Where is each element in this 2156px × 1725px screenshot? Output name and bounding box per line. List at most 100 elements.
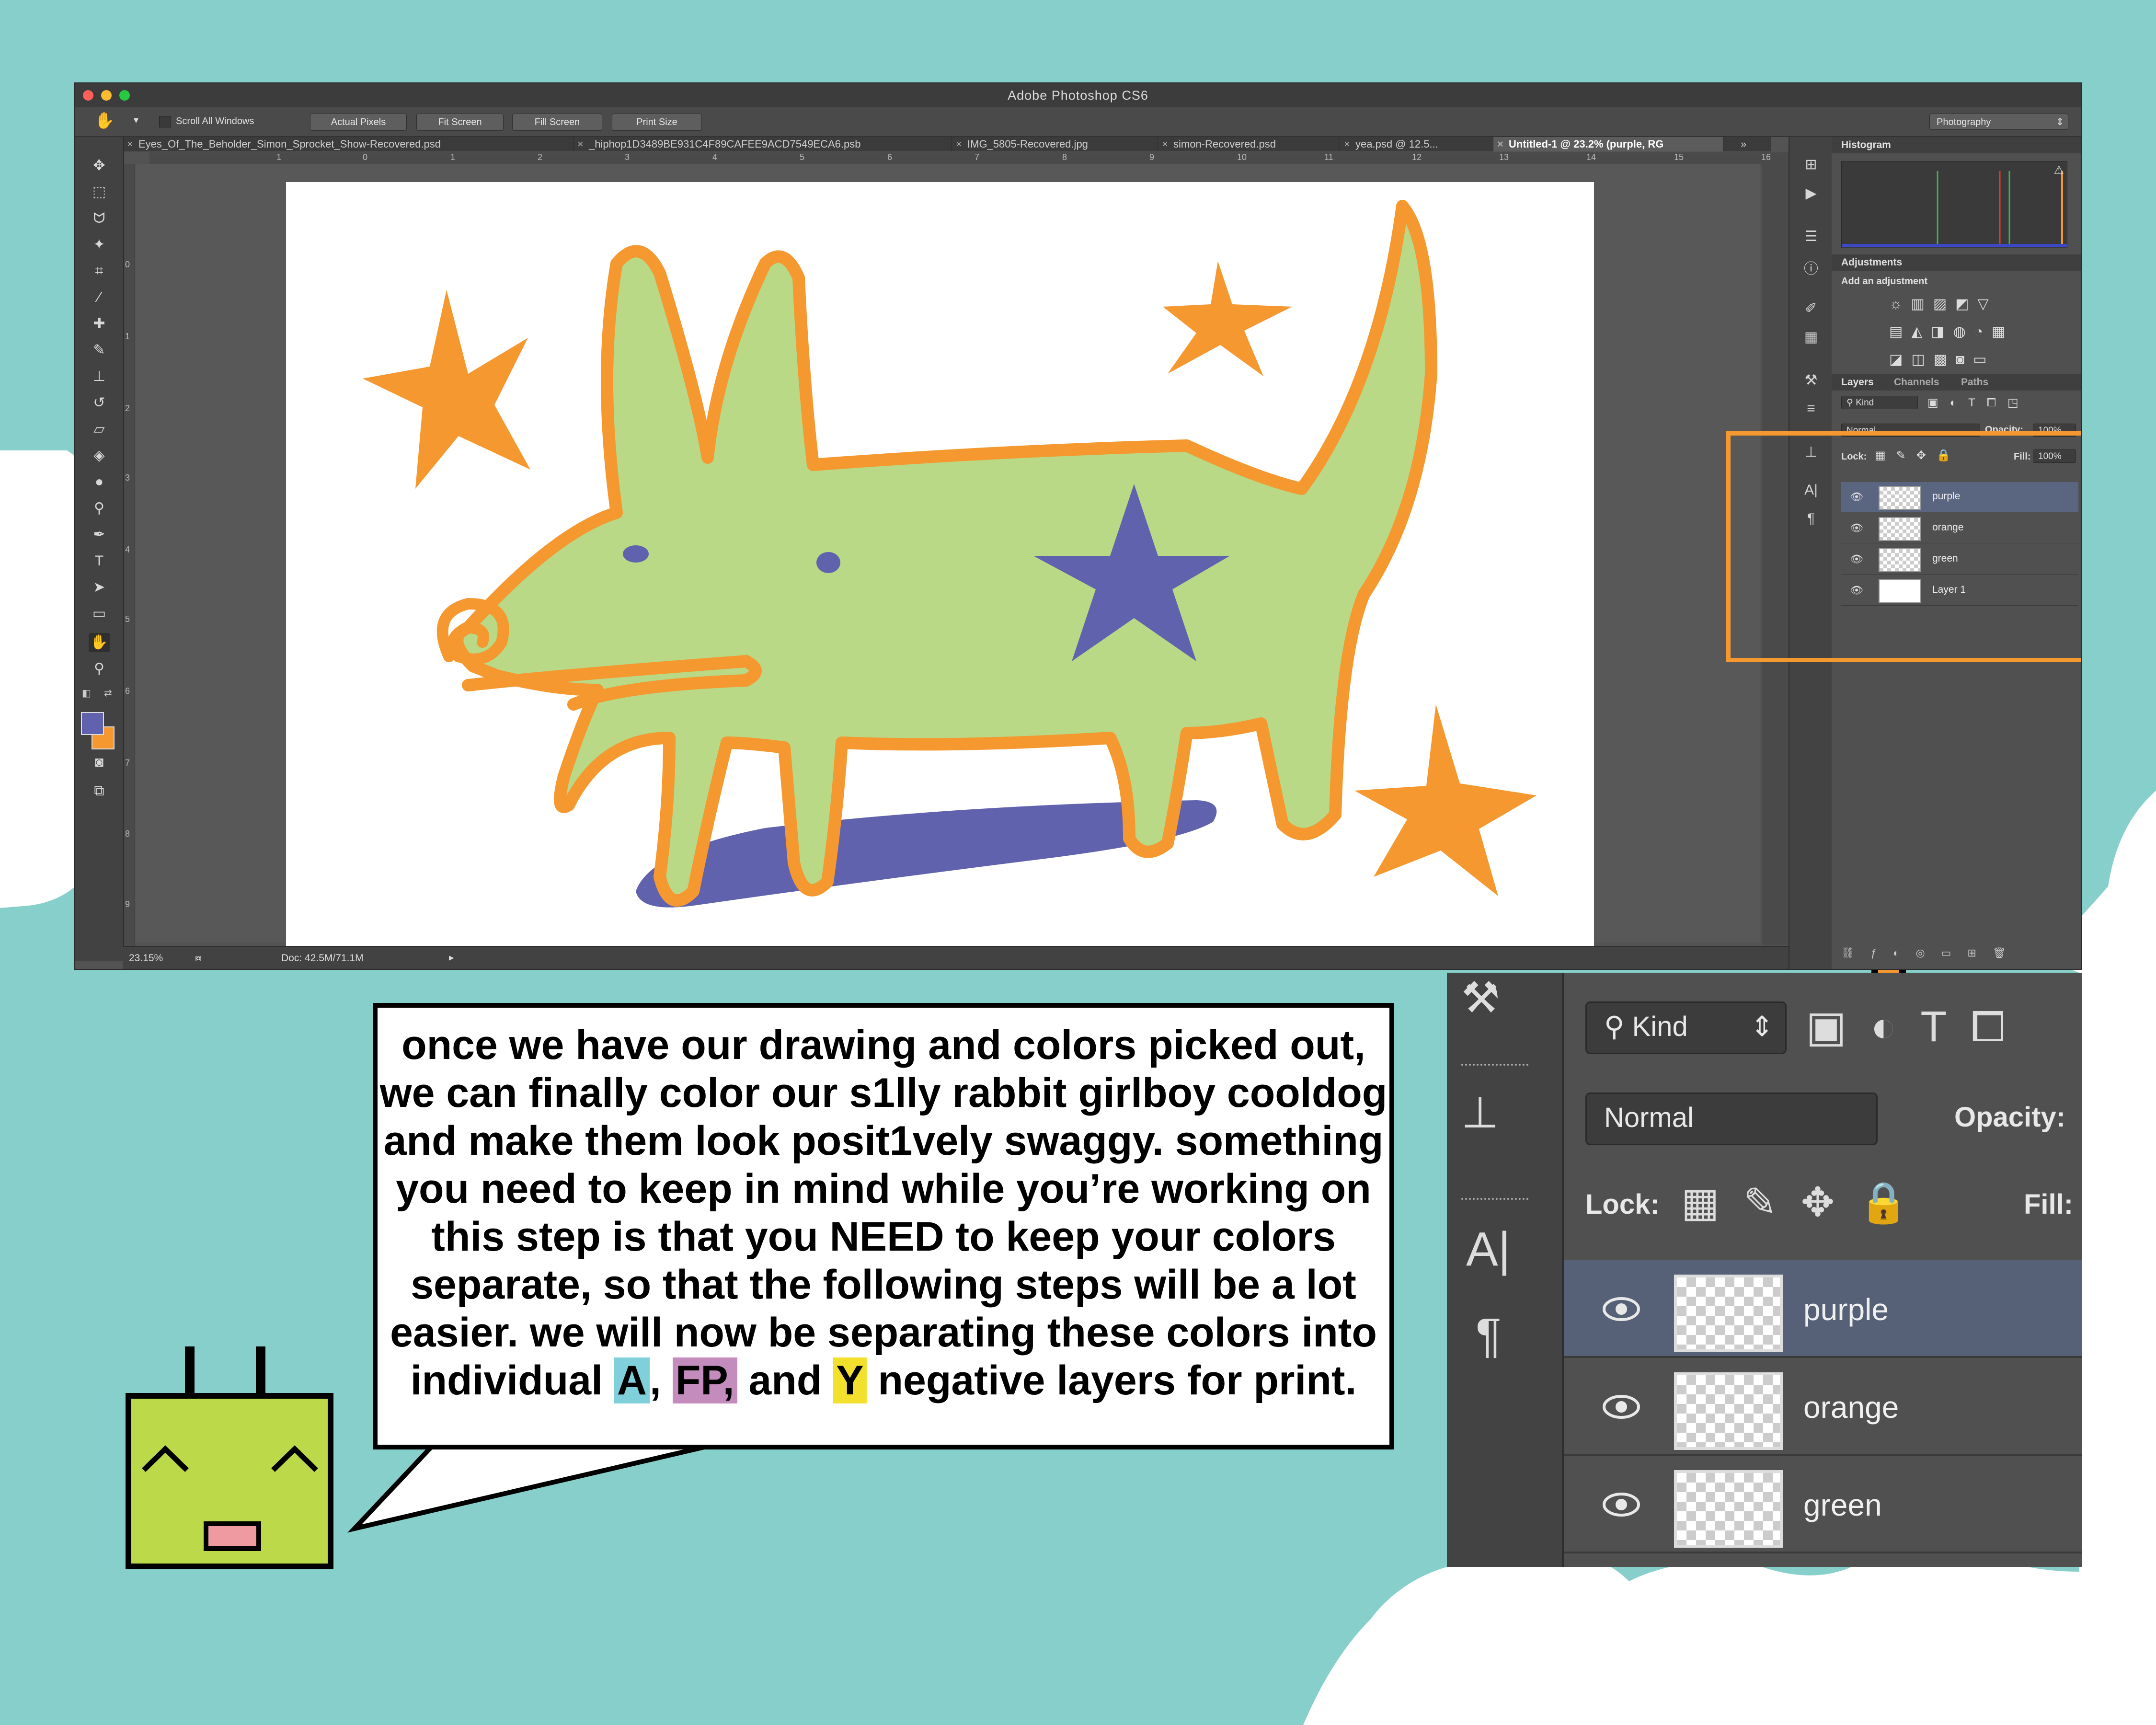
- healing-brush-tool-icon[interactable]: ✚: [89, 314, 110, 334]
- adjustment-icons[interactable]: ☼▥▨◩▽ ▤◭◨◍◔▦ ◪◫▩◙▭: [1889, 290, 2066, 374]
- brush-presets-icon[interactable]: ⚒: [1461, 973, 1500, 1023]
- lasso-tool-icon[interactable]: ᗢ: [89, 209, 110, 228]
- warning-icon[interactable]: ⚠: [2053, 163, 2064, 177]
- properties-panel-icon[interactable]: ☰: [1800, 228, 1822, 247]
- eyedropper-tool-icon[interactable]: ⁄: [89, 288, 110, 307]
- tool-preset-chevron-icon[interactable]: ▾: [134, 114, 138, 126]
- document-canvas[interactable]: [286, 182, 1594, 953]
- orange-star: [1354, 704, 1537, 896]
- quick-mask-icon[interactable]: ◙: [89, 753, 110, 772]
- ruler-number: 10: [1237, 152, 1247, 162]
- brush-tool-icon[interactable]: ✎: [89, 341, 110, 360]
- zoom-kind-filter[interactable]: ⚲ Kind ⇕: [1585, 1001, 1787, 1054]
- zoom-blend-mode-select[interactable]: Normal: [1585, 1092, 1878, 1145]
- magic-wand-tool-icon[interactable]: ✦: [89, 235, 110, 254]
- channels-tab[interactable]: Channels: [1894, 374, 1939, 391]
- paragraph-panel-icon[interactable]: ¶: [1476, 1308, 1502, 1363]
- close-tab-icon[interactable]: ×: [1344, 137, 1350, 151]
- close-tab-icon[interactable]: ×: [956, 137, 962, 151]
- layer-row[interactable]: purple: [1564, 1260, 2082, 1358]
- foreground-color-swatch[interactable]: [81, 712, 104, 735]
- ruler-number: 8: [1062, 152, 1067, 162]
- adjustments-panel-header[interactable]: Adjustments: [1832, 254, 2081, 271]
- histogram-graph: ⚠: [1841, 161, 2067, 248]
- fill-screen-button[interactable]: Fill Screen: [512, 114, 602, 131]
- path-selection-tool-icon[interactable]: ➤: [89, 578, 110, 597]
- marquee-tool-icon[interactable]: ⬚: [89, 183, 110, 202]
- layer-row[interactable]: green: [1564, 1456, 2082, 1553]
- default-colors-icon[interactable]: ◧: [82, 687, 91, 699]
- ruler-number: 9: [125, 899, 130, 909]
- doc-tab[interactable]: × Eyes_Of_The_Beholder_Simon_Sprocket_Sho…: [123, 137, 573, 151]
- visibility-eye-icon[interactable]: [1602, 1290, 1640, 1328]
- layer-row[interactable]: orange: [1564, 1358, 2082, 1456]
- brush-panel-icon[interactable]: ✐: [1800, 300, 1822, 319]
- doc-tab-active[interactable]: × Untitled-1 @ 23.2% (purple, RG: [1493, 137, 1723, 151]
- swatches-panel-icon[interactable]: ▦: [1800, 329, 1822, 348]
- speech-line: and make them look posit1vely swaggy. so…: [383, 1118, 1384, 1164]
- screen-mode-icon[interactable]: ⧉: [89, 782, 110, 801]
- speech-word: negative layers for print.: [878, 1357, 1357, 1403]
- lock-label: Lock:: [1585, 1189, 1660, 1220]
- hand-tool-icon[interactable]: ✋: [89, 633, 110, 652]
- ruler-number: 16: [1761, 152, 1771, 162]
- paint-bucket-tool-icon[interactable]: ◈: [89, 446, 110, 465]
- layers-footer-icons[interactable]: ⛓ƒ◐◎▭⊞🗑: [1841, 947, 2076, 959]
- close-tab-icon[interactable]: ×: [127, 137, 133, 151]
- fit-screen-button[interactable]: Fit Screen: [416, 114, 504, 131]
- visibility-eye-icon[interactable]: [1602, 1388, 1640, 1426]
- zoom-level[interactable]: 23.15%: [129, 953, 163, 964]
- swap-colors-icon[interactable]: ⇄: [104, 687, 112, 699]
- filter-icons[interactable]: ▣◐T⧠: [1806, 1001, 2029, 1052]
- more-tabs-icon[interactable]: »: [1723, 137, 1771, 151]
- layer-kind-filter[interactable]: ⚲ Kind: [1841, 396, 1918, 409]
- lock-icons[interactable]: ▦✎✥🔒: [1681, 1179, 1933, 1226]
- ruler-number: 1: [450, 152, 456, 162]
- info-panel-icon[interactable]: ⓘ: [1800, 257, 1822, 277]
- status-menu-arrow-icon[interactable]: ▸: [449, 952, 454, 964]
- history-panel-icon[interactable]: ⊞: [1800, 156, 1822, 175]
- zoom-tool-icon[interactable]: ⚲: [89, 659, 110, 678]
- layers-tab[interactable]: Layers: [1841, 374, 1874, 391]
- visibility-eye-icon[interactable]: [1602, 1485, 1640, 1524]
- dodge-tool-icon[interactable]: ⚲: [89, 499, 110, 518]
- crop-tool-icon[interactable]: ⌗: [89, 262, 110, 281]
- scroll-all-windows-checkbox[interactable]: [159, 116, 171, 127]
- close-tab-icon[interactable]: ×: [577, 137, 584, 151]
- zoomed-dock: ⚒ ⊥ A| ¶: [1447, 973, 1564, 1567]
- doc-tab[interactable]: × IMG_5805-Recovered.jpg: [952, 137, 1158, 151]
- close-tab-icon[interactable]: ×: [1162, 137, 1168, 151]
- brush-presets-icon[interactable]: ≡: [1800, 401, 1822, 420]
- pen-tool-icon[interactable]: ✒: [89, 525, 110, 544]
- actual-pixels-button[interactable]: Actual Pixels: [310, 114, 407, 131]
- type-tool-icon[interactable]: T: [89, 552, 110, 571]
- workspace-value: Photography: [1937, 117, 1991, 127]
- ruler-number: 0: [125, 260, 130, 269]
- histogram-panel-header[interactable]: Histogram: [1832, 137, 2081, 153]
- eraser-tool-icon[interactable]: ▱: [89, 420, 110, 439]
- history-brush-tool-icon[interactable]: ↺: [89, 393, 110, 413]
- print-size-button[interactable]: Print Size: [612, 114, 702, 131]
- layer-thumbnail: [1674, 1470, 1783, 1548]
- blur-tool-icon[interactable]: ●: [89, 472, 110, 492]
- workspace-select[interactable]: Photography ⇕: [1929, 114, 2068, 130]
- move-tool-icon[interactable]: ✥: [89, 156, 110, 175]
- paths-tab[interactable]: Paths: [1961, 374, 1988, 391]
- close-tab-icon[interactable]: ×: [1497, 137, 1503, 151]
- doc-tab[interactable]: × _hiphop1D3489BE931C4F89CAFEE9ACD7549ECA…: [573, 137, 952, 151]
- doc-tab[interactable]: × yea.psd @ 12.5...: [1340, 137, 1493, 151]
- speech-line: once we have our drawing and colors pick…: [401, 1022, 1365, 1068]
- rectangle-tool-icon[interactable]: ▭: [89, 604, 110, 623]
- clone-stamp-tool-icon[interactable]: ⊥: [89, 367, 110, 386]
- actions-panel-icon[interactable]: ▶: [1800, 185, 1822, 204]
- dog-eye: [623, 545, 649, 563]
- status-icon[interactable]: ⧇: [195, 952, 202, 964]
- title-bar: Adobe Photoshop CS6: [75, 83, 2081, 107]
- hand-tool-icon[interactable]: ✋: [94, 111, 115, 130]
- clone-source-icon[interactable]: ⊥: [1461, 1088, 1499, 1138]
- tool-presets-icon[interactable]: ⚒: [1800, 372, 1822, 391]
- character-panel-icon[interactable]: A|: [1466, 1222, 1511, 1277]
- doc-tab[interactable]: × simon-Recovered.psd: [1158, 137, 1340, 151]
- kind-label: Kind: [1856, 398, 1874, 408]
- filter-icons[interactable]: ▣◐T⧠◳: [1927, 396, 2030, 410]
